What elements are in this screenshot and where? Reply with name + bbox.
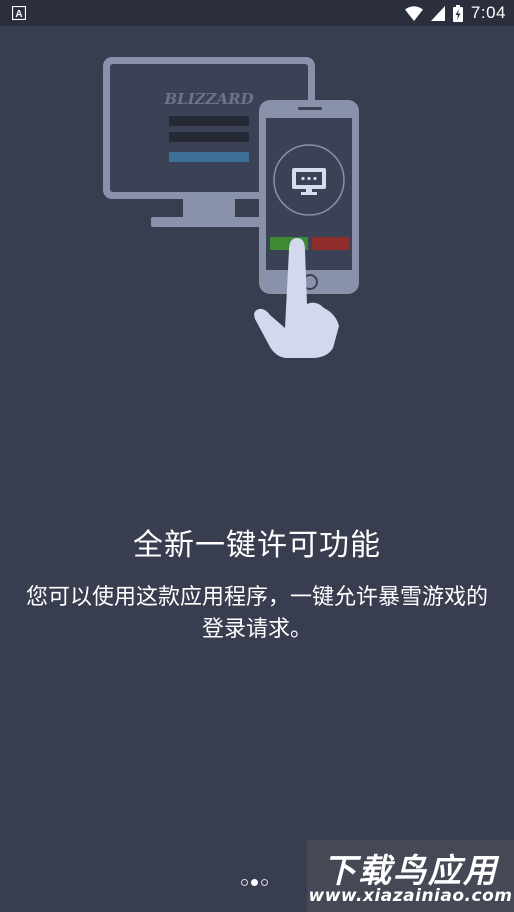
phone-icon bbox=[259, 100, 359, 294]
battery-charging-icon bbox=[452, 4, 463, 22]
watermark-title: 下载鸟应用 bbox=[323, 851, 498, 890]
site-watermark: 下载鸟应用 www.xiazainiao.com bbox=[307, 840, 514, 912]
app-notification-icon: A bbox=[12, 6, 26, 20]
brand-logo-text: BLIZZARD bbox=[163, 90, 253, 108]
status-time: 7:04 bbox=[470, 3, 506, 22]
page-indicator[interactable] bbox=[241, 879, 268, 886]
onboarding-title: 全新一键许可功能 bbox=[133, 528, 381, 563]
page-dot-2[interactable] bbox=[251, 879, 258, 886]
page-dot-1[interactable] bbox=[241, 879, 248, 886]
wifi-icon bbox=[404, 5, 423, 21]
onboarding-illustration: BLIZZARD bbox=[103, 57, 359, 358]
cell-signal-icon bbox=[430, 5, 445, 21]
status-bar: A 7:04 bbox=[0, 0, 514, 26]
deny-button-graphic bbox=[312, 237, 350, 250]
onboarding-description: 您可以使用这款应用程序，一键允许暴雪游戏的登录请求。 bbox=[25, 585, 488, 642]
watermark-url: www.xiazainiao.com bbox=[308, 886, 513, 906]
svg-text:A: A bbox=[15, 9, 22, 20]
page-dot-3[interactable] bbox=[261, 879, 268, 886]
